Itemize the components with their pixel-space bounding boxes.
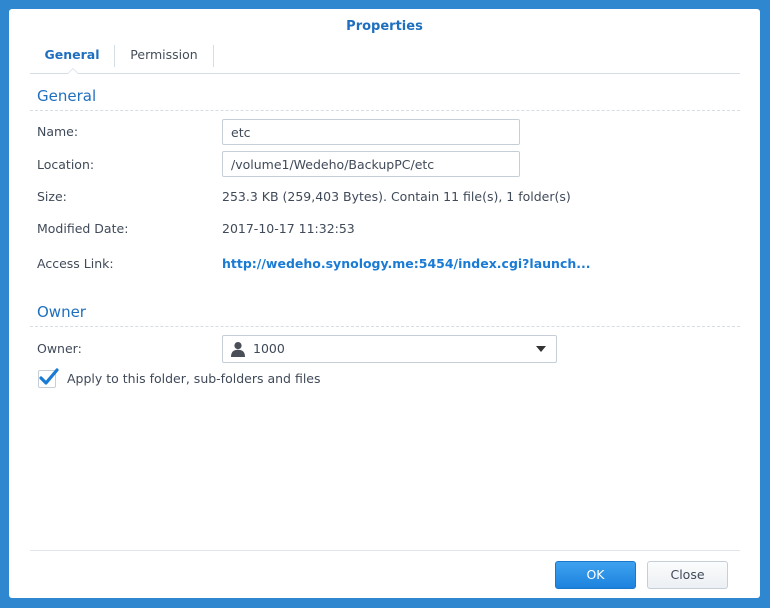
owner-select[interactable]: 1000 [222, 335, 557, 363]
user-icon [231, 342, 245, 357]
apply-recursive-label[interactable]: Apply to this folder, sub-folders and fi… [67, 371, 321, 386]
tab-divider [213, 45, 214, 67]
close-button[interactable]: Close [647, 561, 728, 589]
name-field[interactable] [222, 119, 520, 145]
properties-dialog: Properties General Permission General Na… [9, 9, 760, 598]
active-tab-indicator [67, 68, 79, 74]
modified-date-label: Modified Date: [37, 221, 129, 236]
ok-button[interactable]: OK [555, 561, 636, 589]
name-label: Name: [37, 124, 79, 139]
owner-section-title: Owner [37, 303, 86, 321]
apply-recursive-checkbox[interactable] [38, 368, 59, 388]
tab-bar: General Permission [30, 41, 740, 74]
footer-divider [30, 550, 740, 551]
general-section-title: General [37, 87, 97, 105]
access-link[interactable]: http://wedeho.synology.me:5454/index.cgi… [222, 256, 591, 271]
access-link-label: Access Link: [37, 256, 114, 271]
section-divider [30, 110, 740, 111]
location-field[interactable] [222, 151, 520, 177]
modified-date-value: 2017-10-17 11:32:53 [222, 221, 355, 236]
tab-permission[interactable]: Permission [115, 41, 213, 73]
dialog-title: Properties [346, 19, 423, 34]
chevron-down-icon[interactable] [536, 346, 546, 352]
owner-value: 1000 [253, 341, 285, 356]
owner-label: Owner: [37, 341, 82, 356]
section-divider [30, 326, 740, 327]
checkmark-icon [39, 368, 59, 385]
size-value: 253.3 KB (259,403 Bytes). Contain 11 fil… [222, 189, 571, 204]
location-label: Location: [37, 157, 95, 172]
size-label: Size: [37, 189, 67, 204]
